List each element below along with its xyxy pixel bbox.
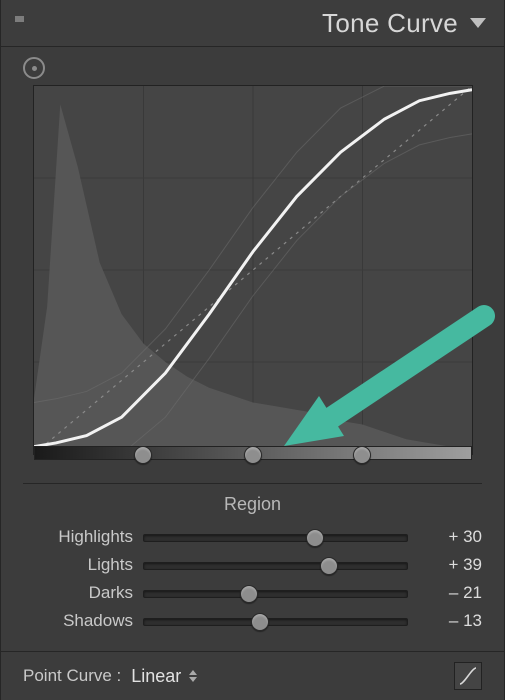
tone-curve-graph[interactable] xyxy=(33,85,473,455)
shadows-label: Shadows xyxy=(23,611,143,631)
point-curve-label: Point Curve : xyxy=(23,666,121,686)
region-heading: Region xyxy=(23,494,482,515)
panel-footer: Point Curve : Linear xyxy=(1,651,504,700)
shadows-slider[interactable] xyxy=(143,614,408,628)
darks-row: Darks – 21 xyxy=(23,579,482,607)
region-split-handle[interactable] xyxy=(353,446,371,464)
lights-label: Lights xyxy=(23,555,143,575)
highlights-slider[interactable] xyxy=(143,530,408,544)
targeted-adjustment-icon[interactable] xyxy=(23,57,45,79)
region-section: Region Highlights + 30 Lights + 39 Darks – 21… xyxy=(23,483,482,635)
disclosure-triangle-icon[interactable] xyxy=(470,18,486,28)
highlights-row: Highlights + 30 xyxy=(23,523,482,551)
lights-row: Lights + 39 xyxy=(23,551,482,579)
panel-title: Tone Curve xyxy=(322,8,458,39)
region-split-handle[interactable] xyxy=(134,446,152,464)
region-split-handle[interactable] xyxy=(244,446,262,464)
darks-label: Darks xyxy=(23,583,143,603)
point-curve-value: Linear xyxy=(131,666,181,687)
panel-switch-icon[interactable] xyxy=(15,16,24,22)
darks-value: – 21 xyxy=(408,583,482,603)
lights-slider[interactable] xyxy=(143,558,408,572)
edit-point-curve-button[interactable] xyxy=(454,662,482,690)
panel-header[interactable]: Tone Curve xyxy=(1,0,504,47)
shadows-value: – 13 xyxy=(408,611,482,631)
darks-slider[interactable] xyxy=(143,586,408,600)
shadows-row: Shadows – 13 xyxy=(23,607,482,635)
tone-curve-svg xyxy=(34,86,472,454)
tone-curve-panel: Tone Curve xyxy=(0,0,505,700)
highlights-value: + 30 xyxy=(408,527,482,547)
stepper-icon[interactable] xyxy=(189,670,197,682)
highlights-label: Highlights xyxy=(23,527,143,547)
lights-value: + 39 xyxy=(408,555,482,575)
point-curve-select[interactable]: Linear xyxy=(131,666,197,687)
